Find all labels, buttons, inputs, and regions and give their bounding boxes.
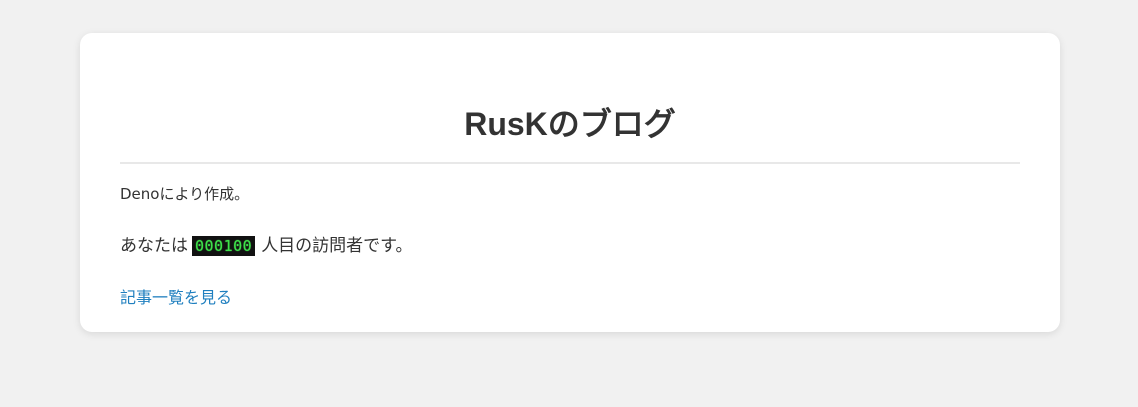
visitor-prefix: あなたは (120, 236, 188, 256)
credit-text: Denoにより作成。 (120, 185, 250, 203)
page-title: RusKのブログ (464, 106, 676, 142)
visitor-suffix: 人目の訪問者です。 (261, 236, 413, 256)
visitor-line: あなたは 000100 人目の訪問者です。 (120, 234, 1020, 258)
visitor-counter: 000100 (192, 236, 256, 256)
title-divider (120, 162, 1020, 164)
main-card: RusKのブログ Denoにより作成。 あなたは 000100 人目の訪問者です… (80, 33, 1060, 332)
article-list-link[interactable]: 記事一覧を見る (120, 288, 232, 308)
